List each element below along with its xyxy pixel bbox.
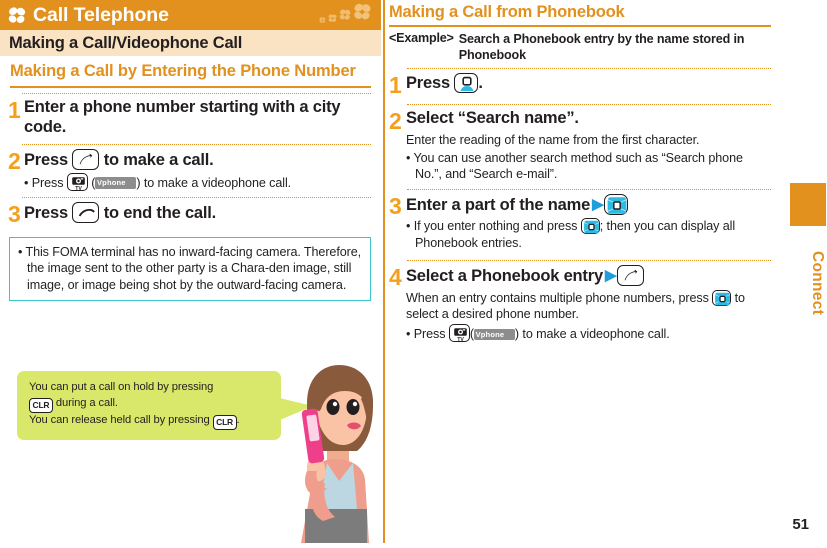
camera-tv-key-icon: TV bbox=[448, 323, 470, 343]
bullet-prefix: • If you enter nothing and press bbox=[406, 219, 578, 234]
step-heading-prefix: Enter a part of the name bbox=[406, 196, 591, 215]
step-bullet: • Press TV (Vphone) to make a videophone… bbox=[406, 323, 771, 343]
note-box: • This FOMA terminal has no inward-facin… bbox=[9, 236, 371, 302]
vphone-softkey: Vphone bbox=[95, 177, 137, 190]
nav-key-icon bbox=[580, 218, 600, 235]
step-subtext: When an entry contains multiple phone nu… bbox=[406, 289, 771, 322]
step-heading-suffix: to make a call. bbox=[103, 150, 214, 169]
callout-line-1-b: during a call. bbox=[55, 396, 118, 409]
step-subtext: Enter the reading of the name from the f… bbox=[406, 132, 700, 147]
step-bullet: • If you enter nothing and press ; then … bbox=[406, 218, 771, 251]
right-subsection-rule bbox=[389, 25, 771, 27]
callout-line-1: You can put a call on hold by pressing C… bbox=[29, 380, 269, 413]
right-step-1: 1 Press . bbox=[389, 69, 771, 97]
left-step-2: 2 Press to make a call. • Press TV (Vph… bbox=[0, 145, 381, 192]
step-heading-prefix: Press bbox=[24, 150, 68, 169]
right-step-3: 3 Enter a part of the name ▶ • If you ent… bbox=[389, 190, 771, 251]
chapter-title: Call Telephone bbox=[33, 3, 169, 26]
example-row: <Example> Search a Phonebook entry by th… bbox=[389, 31, 771, 64]
bullet-suffix: ) to make a videophone call. bbox=[514, 326, 670, 341]
example-label: <Example> bbox=[389, 31, 454, 45]
left-subsection-rule bbox=[10, 86, 371, 89]
step-number: 3 bbox=[8, 200, 21, 227]
right-column: Making a Call from Phonebook <Example> S… bbox=[389, 0, 771, 543]
step-number: 4 bbox=[389, 263, 402, 290]
side-tab-block bbox=[790, 183, 826, 226]
step-number: 2 bbox=[389, 107, 402, 134]
step-number: 2 bbox=[8, 147, 21, 174]
side-tab-label: Connect bbox=[809, 250, 826, 316]
bullet-suffix: ) to make a videophone call. bbox=[136, 175, 292, 190]
end-call-key-icon bbox=[72, 201, 100, 223]
step-heading-suffix: to end the call. bbox=[103, 203, 217, 222]
clover-icon bbox=[7, 6, 27, 25]
svg-text:TV: TV bbox=[457, 337, 464, 343]
left-step-3: 3 Press to end the call. bbox=[0, 198, 381, 226]
arrow-right-icon: ▶ bbox=[604, 266, 617, 284]
callout-bubble: You can put a call on hold by pressing C… bbox=[17, 371, 281, 440]
bullet-prefix: • Press bbox=[24, 175, 64, 190]
right-step-2: 2 Select “Search name”. Enter the readin… bbox=[389, 105, 771, 183]
section-bar-title: Making a Call/Videophone Call bbox=[9, 33, 243, 52]
example-text: Search a Phonebook entry by the name sto… bbox=[458, 32, 745, 63]
step-heading-prefix: Press bbox=[406, 73, 450, 92]
callout-line-2-b: . bbox=[236, 413, 240, 426]
call-key-icon bbox=[617, 264, 645, 286]
left-subsection-title: Making a Call by Entering the Phone Numb… bbox=[10, 62, 356, 80]
callout-line-2: You can release held call by pressing CL… bbox=[29, 413, 269, 430]
step-bullet: • You can use another search method such… bbox=[406, 150, 743, 181]
step-number: 1 bbox=[389, 71, 402, 98]
step-heading-prefix: Select a Phonebook entry bbox=[406, 266, 603, 285]
left-step-1: 1 Enter a phone number starting with a c… bbox=[0, 94, 381, 138]
note-text: • This FOMA terminal has no inward-facin… bbox=[18, 244, 362, 292]
callout-line-1-a: You can put a call on hold by pressing bbox=[29, 381, 214, 393]
camera-tv-key-icon: TV bbox=[66, 172, 88, 192]
step-number: 1 bbox=[8, 97, 21, 124]
step-number: 3 bbox=[389, 193, 402, 220]
clover-decoration-icon bbox=[313, 1, 375, 29]
page-number: 51 bbox=[792, 516, 809, 533]
svg-text:TV: TV bbox=[75, 186, 82, 192]
subtext-prefix: When an entry contains multiple phone nu… bbox=[406, 290, 709, 305]
right-step-4: 4 Select a Phonebook entry ▶ When an entr… bbox=[389, 261, 771, 343]
right-subsection-title: Making a Call from Phonebook bbox=[389, 3, 625, 21]
vphone-softkey: Vphone bbox=[473, 328, 515, 341]
clr-key-icon: CLR bbox=[212, 414, 237, 430]
left-column: Call Telephone Making a Call/Videophone … bbox=[0, 0, 381, 543]
section-bar: Making a Call/Videophone Call bbox=[0, 30, 381, 56]
step-heading: Select “Search name”. bbox=[406, 108, 579, 127]
arrow-right-icon: ▶ bbox=[592, 196, 604, 214]
clr-key-icon: CLR bbox=[29, 397, 53, 413]
column-divider bbox=[383, 0, 385, 543]
call-key-icon bbox=[72, 148, 100, 170]
nav-key-icon bbox=[712, 289, 732, 306]
chapter-header: Call Telephone bbox=[0, 0, 381, 30]
step-heading-prefix: Press bbox=[24, 203, 68, 222]
bullet-prefix: • Press bbox=[406, 326, 446, 341]
woman-on-phone-illustration bbox=[283, 359, 387, 543]
step-heading: Enter a phone number starting with a cit… bbox=[24, 98, 341, 136]
step-bullet: • Press TV (Vphone) to make a videophone… bbox=[24, 172, 371, 192]
nav-key-icon bbox=[604, 194, 629, 216]
callout-line-2-a: You can release held call by pressing bbox=[29, 413, 210, 426]
callout-wrapper: You can put a call on hold by pressing C… bbox=[17, 371, 313, 440]
phonebook-key-icon bbox=[454, 72, 479, 93]
